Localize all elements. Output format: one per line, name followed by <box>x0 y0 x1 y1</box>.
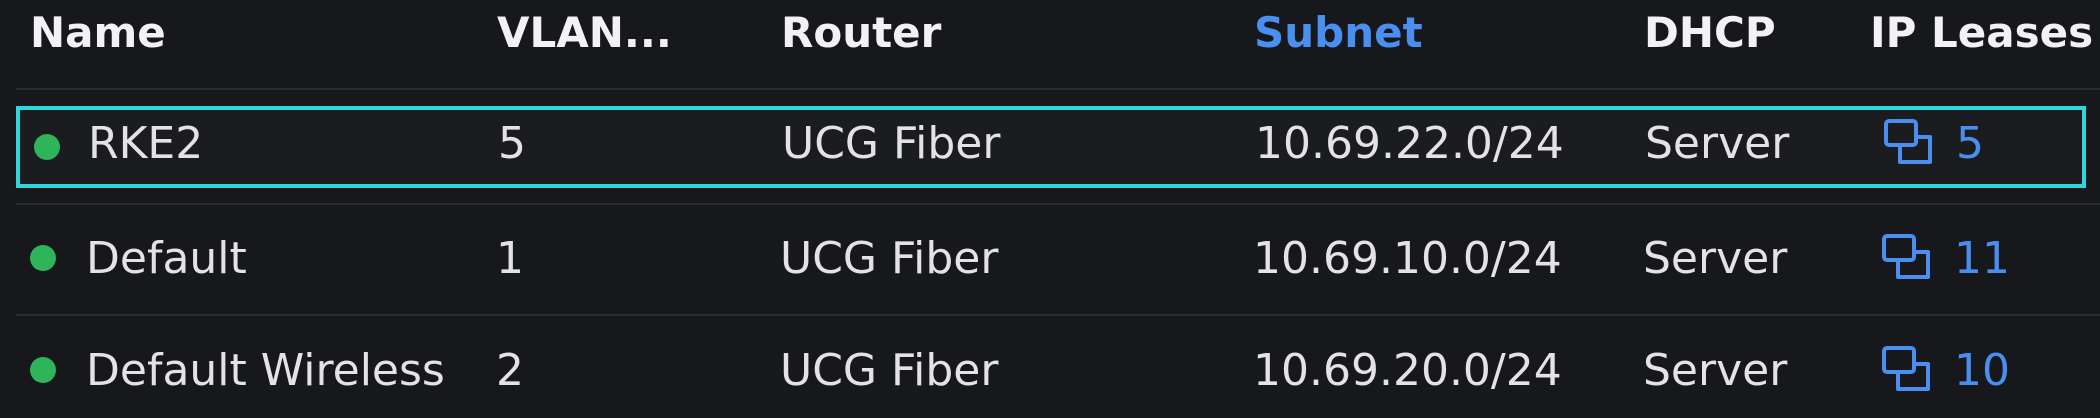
row-divider <box>16 314 2100 316</box>
dhcp-mode: Server <box>1643 344 1788 396</box>
network-name: RKE2 <box>88 117 204 169</box>
table-row[interactable]: Default Wireless 2 UCG Fiber 10.69.20.0/… <box>16 330 2086 410</box>
router-name: UCG Fiber <box>780 232 999 284</box>
networks-table: Name VLAN... Router Subnet DHCP IP Lease… <box>0 0 2100 418</box>
row-divider <box>16 203 2100 205</box>
status-online-dot <box>30 357 56 383</box>
subnet-value: 10.69.10.0/24 <box>1253 232 1562 284</box>
ip-leases-count: 5 <box>1956 117 1984 169</box>
column-header-router[interactable]: Router <box>781 5 941 61</box>
vlan-id: 1 <box>496 232 524 284</box>
column-header-vlan[interactable]: VLAN... <box>497 5 672 61</box>
network-name: Default <box>86 232 247 284</box>
ip-leases-link[interactable]: 10 <box>1880 344 2010 396</box>
subnet-value: 10.69.22.0/24 <box>1255 117 1564 169</box>
table-header: Name VLAN... Router Subnet DHCP IP Lease… <box>0 0 2100 68</box>
ip-leases-link[interactable]: 11 <box>1880 232 2010 284</box>
table-row[interactable]: RKE2 5 UCG Fiber 10.69.22.0/24 Server 5 <box>16 106 2086 188</box>
vlan-id: 2 <box>496 344 524 396</box>
column-header-name[interactable]: Name <box>30 5 166 61</box>
clients-icon <box>1882 346 1930 391</box>
ip-leases-count: 11 <box>1954 232 2010 284</box>
dhcp-mode: Server <box>1643 232 1788 284</box>
table-row[interactable]: Default 1 UCG Fiber 10.69.10.0/24 Server… <box>16 218 2086 298</box>
subnet-value: 10.69.20.0/24 <box>1253 344 1562 396</box>
router-name: UCG Fiber <box>780 344 999 396</box>
ip-leases-link[interactable]: 5 <box>1882 117 1984 169</box>
ip-leases-count: 10 <box>1954 344 2010 396</box>
status-online-dot <box>34 134 60 160</box>
vlan-id: 5 <box>498 117 526 169</box>
clients-icon <box>1882 234 1930 279</box>
router-name: UCG Fiber <box>782 117 1001 169</box>
column-header-ip-leases[interactable]: IP Leases <box>1870 5 2093 61</box>
column-header-dhcp[interactable]: DHCP <box>1644 5 1776 61</box>
column-header-subnet[interactable]: Subnet <box>1254 5 1423 61</box>
header-divider <box>16 88 2100 90</box>
dhcp-mode: Server <box>1645 117 1790 169</box>
network-name: Default Wireless <box>86 344 445 396</box>
status-online-dot <box>30 245 56 271</box>
clients-icon <box>1884 119 1932 164</box>
